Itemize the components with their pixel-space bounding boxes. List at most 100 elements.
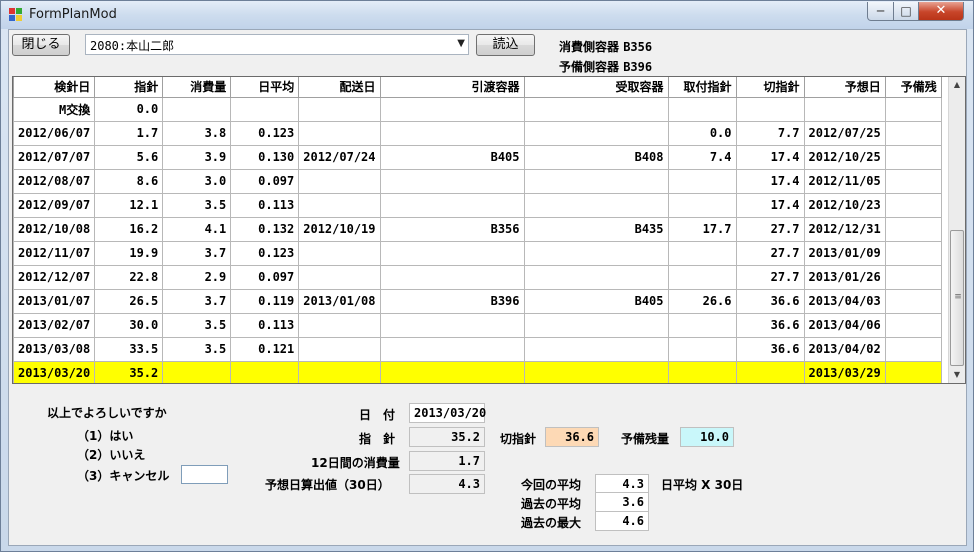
table-cell[interactable] — [523, 192, 669, 218]
table-cell[interactable]: 2013/03/29 — [803, 360, 886, 383]
table-cell[interactable] — [735, 360, 805, 383]
table-cell[interactable]: 2012/08/07 — [13, 168, 96, 194]
table-cell[interactable] — [298, 120, 381, 146]
table-cell[interactable]: 2012/10/23 — [803, 192, 886, 218]
table-cell[interactable] — [884, 312, 942, 338]
table-cell[interactable] — [667, 336, 737, 362]
table-cell[interactable]: 0.119 — [230, 288, 300, 314]
table-cell[interactable]: 2013/01/26 — [803, 264, 886, 290]
table-cell[interactable]: 5.6 — [94, 144, 164, 170]
table-cell[interactable] — [379, 240, 525, 266]
table-cell[interactable] — [884, 192, 942, 218]
table-cell[interactable]: 0.121 — [230, 336, 300, 362]
table-cell[interactable]: 2013/04/06 — [803, 312, 886, 338]
table-cell[interactable]: 0.0 — [94, 96, 164, 122]
table-cell[interactable] — [884, 264, 942, 290]
table-row[interactable]: 2012/06/07 1.7 3.8 0.123 0.0 7.7 2012/07/25 — [13, 120, 942, 146]
table-row[interactable]: 2013/03/20 35.2 2013/03/29 — [13, 360, 942, 383]
table-cell[interactable]: 12.1 — [94, 192, 164, 218]
column-header[interactable]: 消費量 — [162, 77, 232, 98]
table-cell[interactable] — [379, 168, 525, 194]
table-cell[interactable] — [884, 288, 942, 314]
table-cell[interactable]: 0.123 — [230, 120, 300, 146]
title-bar[interactable]: FormPlanMod ─ □ ✕ — [1, 1, 973, 29]
table-cell[interactable]: 0.130 — [230, 144, 300, 170]
table-row[interactable]: 2012/07/07 5.6 3.9 0.130 2012/07/24 B405 B408 7… — [13, 144, 942, 170]
table-cell[interactable]: B405 — [379, 144, 525, 170]
table-cell[interactable]: 0.123 — [230, 240, 300, 266]
reading-grid[interactable]: 検針日 指針 消費量 日平均 配送日 引渡容器 受取容器 取付指針 切指針 予想日 予備残 M交換 0… — [12, 76, 966, 384]
table-cell[interactable]: 26.5 — [94, 288, 164, 314]
table-cell[interactable] — [523, 240, 669, 266]
table-cell[interactable] — [884, 144, 942, 170]
table-cell[interactable]: 2012/10/08 — [13, 216, 96, 242]
table-cell[interactable]: 2012/12/31 — [803, 216, 886, 242]
table-cell[interactable]: 30.0 — [94, 312, 164, 338]
table-cell[interactable]: 36.6 — [735, 312, 805, 338]
table-cell[interactable] — [667, 360, 737, 383]
table-cell[interactable]: 3.5 — [162, 336, 232, 362]
load-button[interactable]: 読込 — [476, 34, 535, 56]
table-cell[interactable]: 2013/01/09 — [803, 240, 886, 266]
table-cell[interactable] — [667, 168, 737, 194]
table-cell[interactable] — [884, 96, 942, 122]
table-row[interactable]: 2013/02/07 30.0 3.5 0.113 36.6 2013/04/06 — [13, 312, 942, 338]
column-header[interactable]: 取付指針 — [667, 77, 737, 98]
table-row[interactable]: 2013/01/07 26.5 3.7 0.119 2013/01/08 B396 B405… — [13, 288, 942, 314]
column-header[interactable]: 検針日 — [13, 77, 96, 98]
table-cell[interactable]: 2013/04/02 — [803, 336, 886, 362]
table-cell[interactable] — [667, 312, 737, 338]
table-cell[interactable] — [523, 336, 669, 362]
table-cell[interactable]: 0.132 — [230, 216, 300, 242]
table-row[interactable]: 2012/08/07 8.6 3.0 0.097 17.4 2012/11/05 — [13, 168, 942, 194]
table-cell[interactable] — [667, 264, 737, 290]
table-cell[interactable] — [884, 120, 942, 146]
table-cell[interactable]: 0.113 — [230, 192, 300, 218]
table-cell[interactable]: 27.7 — [735, 216, 805, 242]
table-cell[interactable]: 2012/06/07 — [13, 120, 96, 146]
table-cell[interactable] — [379, 336, 525, 362]
table-cell[interactable]: B396 — [379, 288, 525, 314]
table-cell[interactable]: 17.7 — [667, 216, 737, 242]
table-cell[interactable]: B356 — [379, 216, 525, 242]
table-cell[interactable] — [803, 96, 886, 122]
table-cell[interactable]: 0.097 — [230, 264, 300, 290]
close-button[interactable]: 閉じる — [12, 34, 70, 56]
table-cell[interactable]: 3.7 — [162, 240, 232, 266]
table-cell[interactable]: B408 — [523, 144, 669, 170]
table-row[interactable]: M交換 0.0 — [13, 96, 942, 122]
scroll-up-icon[interactable]: ▲ — [949, 77, 965, 93]
table-cell[interactable]: B405 — [523, 288, 669, 314]
table-cell[interactable]: 36.6 — [735, 336, 805, 362]
column-header[interactable]: 配送日 — [298, 77, 381, 98]
table-cell[interactable] — [298, 312, 381, 338]
table-cell[interactable]: 3.5 — [162, 312, 232, 338]
table-cell[interactable]: 1.7 — [94, 120, 164, 146]
table-cell[interactable] — [379, 264, 525, 290]
table-cell[interactable]: 2012/11/07 — [13, 240, 96, 266]
table-cell[interactable] — [379, 192, 525, 218]
table-cell[interactable] — [298, 360, 381, 383]
grid-scrollbar[interactable]: ▲ ≡ ▼ — [948, 77, 965, 383]
table-cell[interactable] — [379, 360, 525, 383]
table-cell[interactable]: 0.0 — [667, 120, 737, 146]
table-cell[interactable]: 7.4 — [667, 144, 737, 170]
table-cell[interactable] — [379, 120, 525, 146]
maximize-button[interactable]: □ — [893, 2, 919, 21]
column-header[interactable]: 切指針 — [735, 77, 805, 98]
table-cell[interactable] — [298, 240, 381, 266]
table-cell[interactable]: 7.7 — [735, 120, 805, 146]
table-cell[interactable]: 2013/03/20 — [13, 360, 96, 383]
table-cell[interactable] — [884, 336, 942, 362]
table-cell[interactable]: 27.7 — [735, 240, 805, 266]
table-cell[interactable]: 33.5 — [94, 336, 164, 362]
table-row[interactable]: 2012/10/08 16.2 4.1 0.132 2012/10/19 B356 B435… — [13, 216, 942, 242]
table-cell[interactable] — [884, 168, 942, 194]
table-cell[interactable]: 2013/04/03 — [803, 288, 886, 314]
table-cell[interactable]: 2012/11/05 — [803, 168, 886, 194]
table-cell[interactable]: 2013/03/08 — [13, 336, 96, 362]
table-cell[interactable]: 3.8 — [162, 120, 232, 146]
column-header[interactable]: 日平均 — [230, 77, 300, 98]
table-cell[interactable] — [523, 168, 669, 194]
table-row[interactable]: 2012/11/07 19.9 3.7 0.123 27.7 2013/01/09 — [13, 240, 942, 266]
